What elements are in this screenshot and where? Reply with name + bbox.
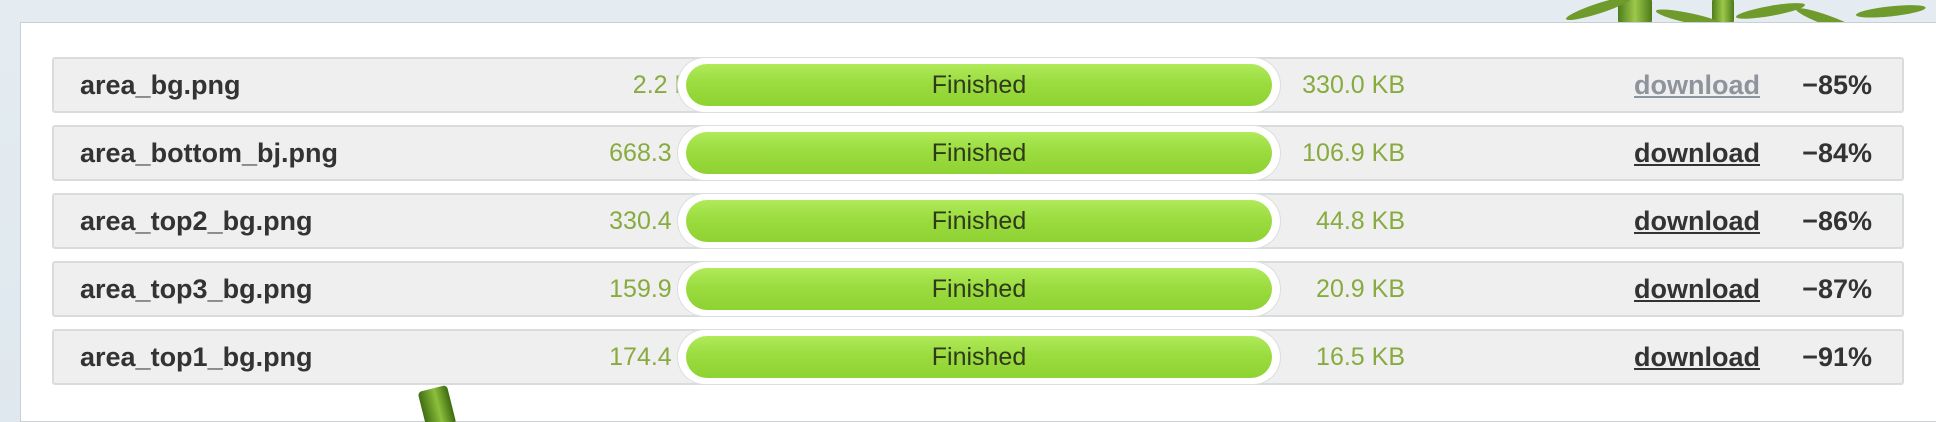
progress-track: Finished (678, 262, 1280, 316)
file-row: area_top3_bg.png 159.9 KB Finished 20.9 … (52, 261, 1904, 317)
savings-percent: −87% (1802, 274, 1872, 304)
download-link[interactable]: download (1634, 195, 1760, 247)
file-results-list: area_bg.png 2.2 MB Finished 330.0 KB dow… (52, 57, 1904, 397)
download-link[interactable]: download (1634, 59, 1760, 111)
download-link[interactable]: download (1634, 127, 1760, 179)
progress-status: Finished (931, 139, 1027, 167)
compressed-size: 106.9 KB (1302, 139, 1405, 167)
savings-percent: −86% (1802, 206, 1872, 236)
progress-status: Finished (931, 71, 1027, 99)
file-row: area_top2_bg.png 330.4 KB Finished 44.8 … (52, 193, 1904, 249)
file-name: area_top1_bg.png (80, 342, 313, 372)
progress-status: Finished (931, 275, 1027, 303)
download-link[interactable]: download (1634, 263, 1760, 315)
compressed-size: 44.8 KB (1316, 207, 1405, 235)
file-row: area_bottom_bj.png 668.3 KB Finished 106… (52, 125, 1904, 181)
file-row: area_bg.png 2.2 MB Finished 330.0 KB dow… (52, 57, 1904, 113)
compressed-size: 16.5 KB (1316, 343, 1405, 371)
file-row: area_top1_bg.png 174.4 KB Finished 16.5 … (52, 329, 1904, 385)
progress-track: Finished (678, 194, 1280, 248)
progress-track: Finished (678, 330, 1280, 384)
file-name: area_top2_bg.png (80, 206, 313, 236)
savings-percent: −85% (1802, 70, 1872, 100)
progress-status: Finished (931, 207, 1027, 235)
savings-percent: −84% (1802, 138, 1872, 168)
file-name: area_bottom_bj.png (80, 138, 339, 168)
progress-track: Finished (678, 126, 1280, 180)
file-name: area_bg.png (80, 70, 241, 100)
file-name: area_top3_bg.png (80, 274, 313, 304)
compressed-size: 20.9 KB (1316, 275, 1405, 303)
savings-percent: −91% (1802, 342, 1872, 372)
download-link[interactable]: download (1634, 331, 1760, 383)
progress-status: Finished (931, 343, 1027, 371)
progress-track: Finished (678, 58, 1280, 112)
compressed-size: 330.0 KB (1302, 71, 1405, 99)
